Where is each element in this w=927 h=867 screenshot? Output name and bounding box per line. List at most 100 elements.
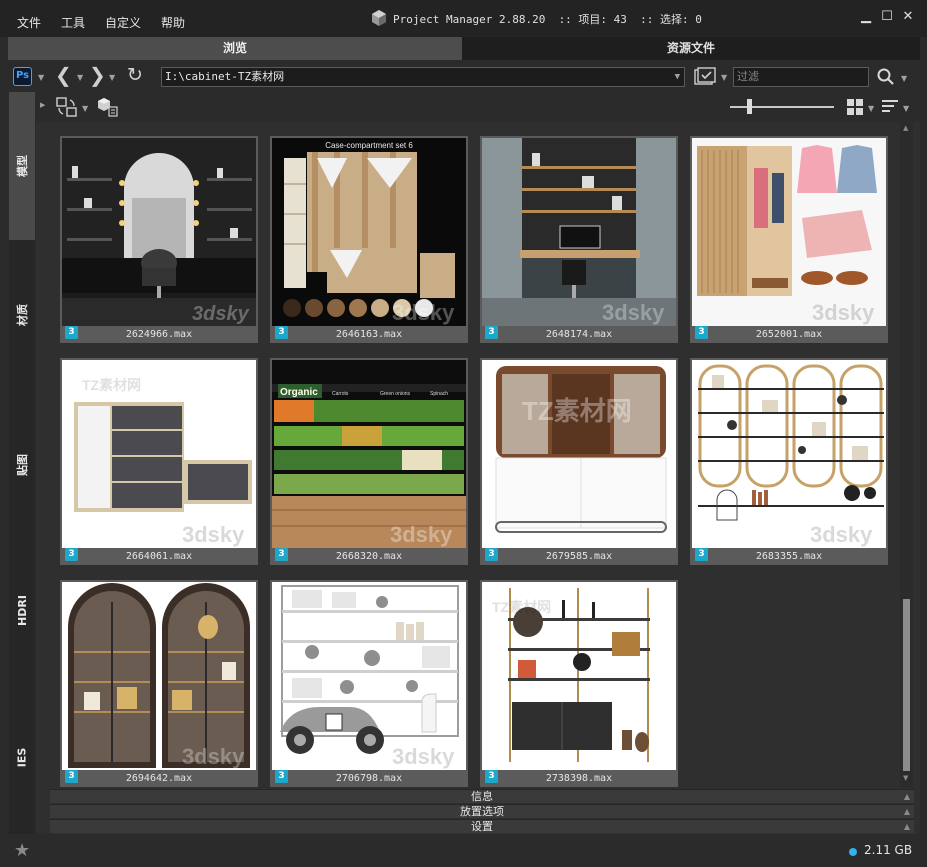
expand-icon[interactable]: ▲	[904, 820, 910, 833]
ps-dropdown-icon[interactable]: ▼	[38, 73, 44, 82]
expand-icon[interactable]: ▲	[904, 790, 910, 803]
svg-text:3dsky: 3dsky	[392, 300, 455, 325]
asset-thumbnail: 3dsky	[692, 360, 886, 548]
app-logo-icon	[372, 10, 386, 26]
panel-placement[interactable]: 放置选项 ▲	[50, 804, 914, 818]
scroll-down-icon[interactable]: ▼	[903, 774, 908, 782]
asset-item[interactable]: Case-compartment set 6 3dsky 3 2646163.m…	[270, 136, 468, 343]
search-icon[interactable]	[877, 68, 895, 86]
view-toolbar: ▶ ▼ ▼ ▼	[36, 92, 920, 122]
thumbnail-caption: Case-compartment set 6	[325, 141, 413, 150]
sort-dropdown-icon[interactable]: ▼	[903, 104, 909, 113]
asset-item[interactable]: 3dsky 3 2694642.max	[60, 580, 258, 787]
photoshop-icon[interactable]: Ps	[13, 67, 32, 86]
asset-thumbnail: TZ素材网 3dsky	[62, 360, 256, 548]
main-tabs: 浏览 资源文件	[8, 37, 920, 60]
asset-thumbnail: 3dsky	[62, 582, 256, 770]
filter-input[interactable]: 过滤	[733, 67, 869, 87]
asset-item[interactable]: TZ素材网 3 2738398.max	[480, 580, 678, 787]
asset-filename: 2738398.max	[545, 773, 613, 784]
scrollbar-thumb[interactable]	[903, 599, 910, 771]
thumbnail-caption: Green onions	[380, 391, 411, 397]
menu-help[interactable]: 帮助	[161, 14, 185, 31]
asset-item[interactable]: TZ素材网 3 2679585.max	[480, 358, 678, 565]
asset-item[interactable]: 3dsky 3 2652001.max	[690, 136, 888, 343]
asset-filename: 2668320.max	[335, 551, 403, 562]
svg-text:TZ素材网: TZ素材网	[492, 599, 551, 615]
title-bar: 文件 工具 自定义 帮助 Project Manager 2.88.20 :: …	[0, 0, 927, 37]
sidetab-texture[interactable]: 贴图	[9, 390, 35, 540]
asset-thumbnail: Organic Carrots Green onions Spinach 3ds…	[272, 360, 466, 548]
asset-thumbnail: 3dsky	[482, 138, 676, 326]
asset-thumbnail: Case-compartment set 6 3dsky	[272, 138, 466, 326]
asset-thumbnail: TZ素材网	[482, 360, 676, 548]
filter-options-dropdown-icon[interactable]: ▼	[721, 73, 727, 82]
asset-item[interactable]: 3dsky 3 2683355.max	[690, 358, 888, 565]
asset-filename: 2706798.max	[335, 773, 403, 784]
close-icon[interactable]: ✕	[900, 9, 916, 25]
thumbnail-size-slider-handle[interactable]	[747, 99, 752, 114]
asset-filename: 2648174.max	[545, 329, 613, 340]
asset-item[interactable]: 3dsky 3 2648174.max	[480, 136, 678, 343]
tab-assets[interactable]: 资源文件	[462, 37, 920, 60]
asset-item[interactable]: Organic Carrots Green onions Spinach 3ds…	[270, 358, 468, 565]
svg-text:3dsky: 3dsky	[182, 744, 245, 769]
minimize-icon[interactable]: ▁	[858, 9, 874, 25]
sort-icon[interactable]	[882, 99, 900, 115]
panel-settings[interactable]: 设置 ▲	[50, 819, 914, 833]
back-dropdown-icon[interactable]: ▼	[77, 73, 83, 82]
favorite-star-icon[interactable]: ★	[14, 840, 30, 861]
thumbnail-caption: Organic	[280, 387, 318, 398]
grid-view-icon[interactable]	[847, 99, 863, 115]
menu-customize[interactable]: 自定义	[105, 14, 141, 31]
thumbnail-caption: Spinach	[430, 391, 448, 397]
tab-browse[interactable]: 浏览	[8, 37, 462, 60]
svg-text:3dsky: 3dsky	[182, 522, 245, 547]
back-icon[interactable]: ❮	[55, 65, 72, 85]
svg-text:3dsky: 3dsky	[390, 522, 453, 547]
scroll-up-icon[interactable]: ▲	[903, 124, 908, 132]
path-dropdown-icon[interactable]: ▼	[675, 68, 680, 86]
maximize-icon[interactable]: ☐	[879, 9, 895, 25]
menu-file[interactable]: 文件	[17, 14, 41, 31]
sync-dropdown-icon[interactable]: ▼	[82, 104, 88, 113]
sync-icon[interactable]	[56, 97, 78, 117]
thumbnail-size-slider[interactable]	[730, 106, 834, 108]
asset-filename: 2694642.max	[125, 773, 193, 784]
forward-icon[interactable]: ❯	[89, 65, 106, 85]
path-input[interactable]: I:\cabinet-TZ素材网 ▼	[161, 67, 685, 87]
sidetab-material[interactable]: 材质	[9, 240, 35, 390]
asset-filename: 2679585.max	[545, 551, 613, 562]
asset-item[interactable]: 3dsky 3 2624966.max	[60, 136, 258, 343]
path-text: I:\cabinet-TZ素材网	[165, 70, 285, 83]
expand-arrow-icon[interactable]: ▶	[40, 101, 45, 109]
asset-thumbnail: 3dsky	[62, 138, 256, 326]
svg-text:3dsky: 3dsky	[812, 300, 875, 325]
asset-thumbnail: 3dsky	[692, 138, 886, 326]
sidetab-hdri[interactable]: HDRI	[9, 540, 35, 680]
expand-icon[interactable]: ▲	[904, 805, 910, 818]
sidetab-ies[interactable]: IES	[9, 680, 35, 834]
panel-info[interactable]: 信息 ▲	[50, 789, 914, 803]
refresh-icon[interactable]: ↻	[127, 65, 143, 85]
svg-text:3dsky: 3dsky	[602, 300, 665, 325]
disk-status-dot	[849, 848, 857, 856]
asset-thumbnail: 3dsky	[272, 582, 466, 770]
asset-filename: 2664061.max	[125, 551, 193, 562]
filter-options-icon[interactable]	[694, 67, 716, 87]
package-icon[interactable]	[98, 97, 120, 117]
menu-tools[interactable]: 工具	[61, 14, 85, 31]
forward-dropdown-icon[interactable]: ▼	[109, 73, 115, 82]
grid-scrollbar[interactable]: ▲ ▼	[900, 122, 913, 788]
grid-view-dropdown-icon[interactable]: ▼	[868, 104, 874, 113]
asset-item[interactable]: TZ素材网 3dsky 3 2664061.max	[60, 358, 258, 565]
disk-usage: 2.11 GB	[864, 843, 913, 857]
svg-text:TZ素材网: TZ素材网	[82, 377, 141, 393]
asset-thumbnail: TZ素材网	[482, 582, 676, 770]
asset-item[interactable]: 3dsky 3 2706798.max	[270, 580, 468, 787]
side-tabs: 模型 材质 贴图 HDRI IES	[9, 92, 35, 834]
app-title: Project Manager 2.88.20 :: 项目: 43 :: 选择:…	[393, 13, 702, 26]
search-dropdown-icon[interactable]: ▼	[901, 74, 907, 83]
toolbar: Ps ▼ ❮ ▼ ❯ ▼ ↻ I:\cabinet-TZ素材网 ▼ ▼ 过滤 ▼	[0, 60, 927, 92]
sidetab-model[interactable]: 模型	[9, 92, 35, 240]
